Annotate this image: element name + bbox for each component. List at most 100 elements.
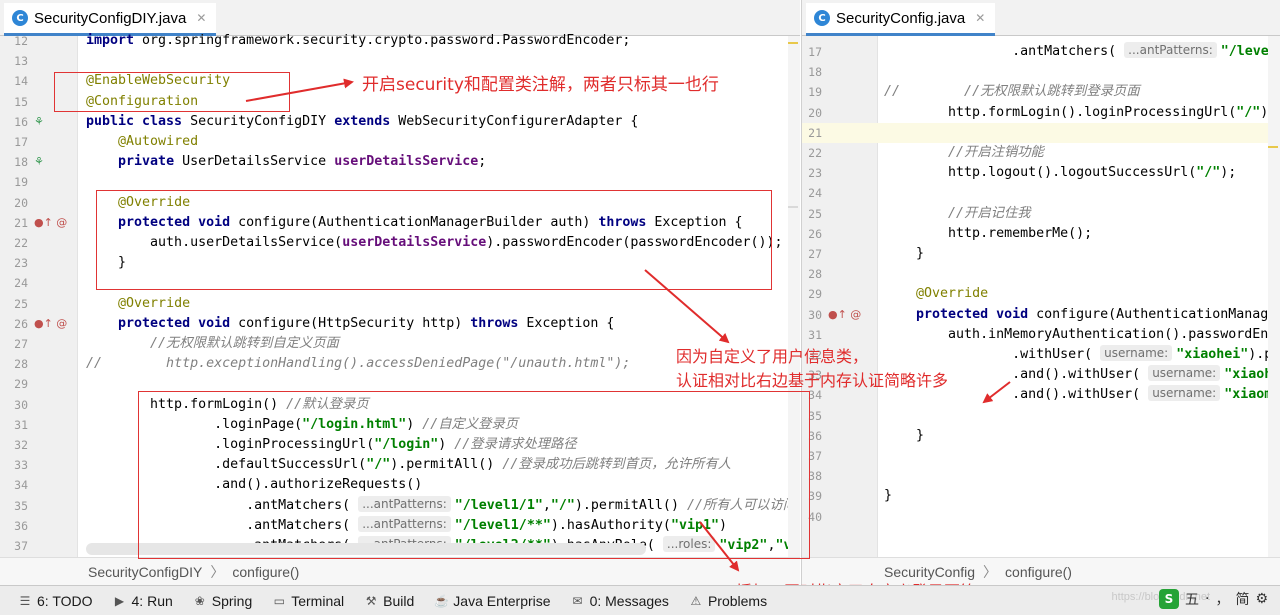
breadcrumb-class[interactable]: SecurityConfigDIY xyxy=(88,564,202,580)
code-line[interactable]: 23 http.logout().logoutSuccessUrl("/"); xyxy=(802,163,1280,183)
ime-logo-icon[interactable]: S xyxy=(1158,589,1179,609)
code-line[interactable]: 18 ⚘ private UserDetailsService userDetai… xyxy=(0,152,800,172)
code-text[interactable]: } xyxy=(884,426,924,446)
code-text[interactable]: public class SecurityConfigDIY extends W… xyxy=(86,112,638,132)
code-text[interactable]: // //无权限默认跳转到登录页面 xyxy=(884,82,1140,102)
close-icon[interactable]: ✕ xyxy=(196,11,206,25)
code-line[interactable]: 17 @Autowired xyxy=(0,132,800,152)
vertical-scrollbar[interactable] xyxy=(1268,36,1280,557)
tool-window-button[interactable]: ⚠ Problems xyxy=(689,593,768,609)
tool-window-button[interactable]: ✉ 0: Messages xyxy=(571,593,669,609)
code-line[interactable]: 19 xyxy=(0,172,800,192)
gear-icon[interactable]: ⚙ xyxy=(1255,591,1268,607)
code-text[interactable]: http.logout().logoutSuccessUrl("/"); xyxy=(884,163,1236,183)
code-line[interactable]: 36 } xyxy=(802,426,1280,446)
code-text[interactable]: private UserDetailsService userDetailsSe… xyxy=(86,152,486,172)
tray-item[interactable]: 简 xyxy=(1235,589,1249,609)
right-editor-pane[interactable]: C SecurityConfig.java ✕ 17 .antMatchers(… xyxy=(801,0,1280,585)
scroll-marker[interactable] xyxy=(788,206,798,208)
code-line[interactable]: 19 // //无权限默认跳转到登录页面 xyxy=(802,82,1280,102)
code-text[interactable]: } xyxy=(884,486,892,506)
code-line[interactable]: 30 ●↑ @ protected void configure(Authenti… xyxy=(802,305,1280,325)
code-text[interactable]: //无权限默认跳转到自定义页面 xyxy=(86,334,339,354)
code-line[interactable]: 35 .antMatchers( ...antPatterns: "/level1… xyxy=(0,495,800,516)
code-text[interactable]: @Override xyxy=(86,193,190,213)
tool-window-button[interactable]: ▶ 4: Run xyxy=(113,593,173,609)
warning-marker[interactable] xyxy=(788,42,798,44)
code-text[interactable]: protected void configure(AuthenticationM… xyxy=(884,305,1280,325)
code-line[interactable]: 25 //开启记住我 xyxy=(802,204,1280,224)
code-text[interactable]: //开启记住我 xyxy=(884,204,1031,224)
code-line[interactable]: 22 auth.userDetailsService(userDetailsSe… xyxy=(0,233,800,253)
tool-window-button[interactable]: ▭ Terminal xyxy=(272,593,345,609)
code-line[interactable]: 24 xyxy=(0,273,800,293)
code-text[interactable]: @Autowired xyxy=(86,132,198,152)
warning-marker[interactable] xyxy=(1268,146,1278,148)
code-line[interactable]: 26 http.rememberMe(); xyxy=(802,224,1280,244)
tool-window-button[interactable]: ☕ Java Enterprise xyxy=(434,593,550,609)
code-line[interactable]: 31 .loginPage("/login.html") //自定义登录页 xyxy=(0,415,800,435)
code-text[interactable]: .loginPage("/login.html") //自定义登录页 xyxy=(86,415,518,435)
code-text[interactable]: .antMatchers( ...antPatterns:"/level3/" xyxy=(884,42,1280,62)
code-text[interactable]: } xyxy=(884,244,924,264)
code-text[interactable]: @Override xyxy=(884,284,988,304)
code-line[interactable]: 18 xyxy=(802,62,1280,82)
code-line[interactable]: 21 ●↑ @ protected void configure(Authenti… xyxy=(0,213,800,233)
code-line[interactable]: 38 xyxy=(802,466,1280,486)
code-text[interactable]: @Override xyxy=(86,294,190,314)
code-text[interactable]: protected void configure(HttpSecurity ht… xyxy=(86,314,614,334)
tab-security-config[interactable]: C SecurityConfig.java ✕ xyxy=(806,3,996,36)
code-line[interactable]: 12 import org.springframework.security.cr… xyxy=(0,31,800,51)
code-line[interactable]: 29 @Override xyxy=(802,284,1280,304)
code-text[interactable]: .defaultSuccessUrl("/").permitAll() //登录… xyxy=(86,455,731,475)
code-line[interactable]: 16 ⚘ public class SecurityConfigDIY extend… xyxy=(0,112,800,132)
code-line[interactable]: 17 .antMatchers( ...antPatterns:"/level3… xyxy=(802,42,1280,62)
code-text[interactable]: http.rememberMe(); xyxy=(884,224,1092,244)
code-line[interactable]: 39} xyxy=(802,486,1280,506)
code-line[interactable]: 30 http.formLogin() //默认登录页 xyxy=(0,395,800,415)
code-line[interactable]: 35 xyxy=(802,406,1280,426)
horizontal-scrollbar[interactable] xyxy=(86,543,646,555)
tool-window-button[interactable]: ☰ 6: TODO xyxy=(18,593,93,609)
code-line[interactable]: 31 auth.inMemoryAuthentication().passwor… xyxy=(802,325,1280,345)
code-line[interactable]: 13 xyxy=(0,51,800,71)
code-line[interactable]: 22 //开启注销功能 xyxy=(802,143,1280,163)
code-text[interactable]: .antMatchers( ...antPatterns: "/level1/**… xyxy=(86,515,727,536)
breadcrumb-method[interactable]: configure() xyxy=(232,564,299,580)
code-text[interactable]: http.formLogin() //默认登录页 xyxy=(86,395,369,415)
code-text[interactable]: import org.springframework.security.cryp… xyxy=(86,31,630,51)
code-line[interactable]: 37 xyxy=(802,446,1280,466)
override-icon[interactable]: ●↑ @ xyxy=(828,305,861,325)
code-line[interactable]: 33 .defaultSuccessUrl("/").permitAll() /… xyxy=(0,455,800,475)
code-text[interactable]: @Configuration xyxy=(86,92,198,112)
code-line[interactable]: 24 xyxy=(802,183,1280,203)
code-line[interactable]: 21 xyxy=(802,122,1280,143)
tray-item[interactable]: 五 xyxy=(1185,589,1199,609)
code-line[interactable]: 36 .antMatchers( ...antPatterns: "/level1… xyxy=(0,515,800,536)
override-icon[interactable]: ●↑ @ xyxy=(34,213,67,233)
code-text[interactable]: http.formLogin().loginProcessingUrl("/")… xyxy=(884,103,1276,123)
code-text[interactable]: protected void configure(AuthenticationM… xyxy=(86,213,742,233)
code-text[interactable]: auth.userDetailsService(userDetailsServi… xyxy=(86,233,782,253)
code-line[interactable]: 20 http.formLogin().loginProcessingUrl("… xyxy=(802,103,1280,123)
breadcrumb-method[interactable]: configure() xyxy=(1005,564,1072,580)
code-text[interactable]: .and().authorizeRequests() xyxy=(86,475,422,495)
code-text[interactable]: //开启注销功能 xyxy=(884,143,1044,163)
code-text[interactable]: .loginProcessingUrl("/login") //登录请求处理路径 xyxy=(86,435,577,455)
code-text[interactable]: auth.inMemoryAuthentication().passwordEn… xyxy=(884,325,1280,345)
code-line[interactable]: 32 .loginProcessingUrl("/login") //登录请求处… xyxy=(0,435,800,455)
tool-window-button[interactable]: ⚒ Build xyxy=(364,593,415,609)
vertical-scrollbar[interactable] xyxy=(788,36,800,557)
tray-item[interactable]: ， xyxy=(1215,589,1229,609)
code-line[interactable]: 34 .and().authorizeRequests() xyxy=(0,475,800,495)
close-icon[interactable]: ✕ xyxy=(975,11,985,25)
spring-bean-icon[interactable]: ⚘ xyxy=(34,112,44,132)
code-line[interactable]: 25 @Override xyxy=(0,294,800,314)
code-line[interactable]: 40 xyxy=(802,507,1280,527)
code-line[interactable]: 27 } xyxy=(802,244,1280,264)
override-icon[interactable]: ●↑ @ xyxy=(34,314,67,334)
tray-item[interactable]: · xyxy=(1205,591,1209,607)
code-line[interactable]: 23 } xyxy=(0,253,800,273)
spring-bean-icon[interactable]: ⚘ xyxy=(34,152,44,172)
code-text[interactable]: @EnableWebSecurity xyxy=(86,71,230,91)
